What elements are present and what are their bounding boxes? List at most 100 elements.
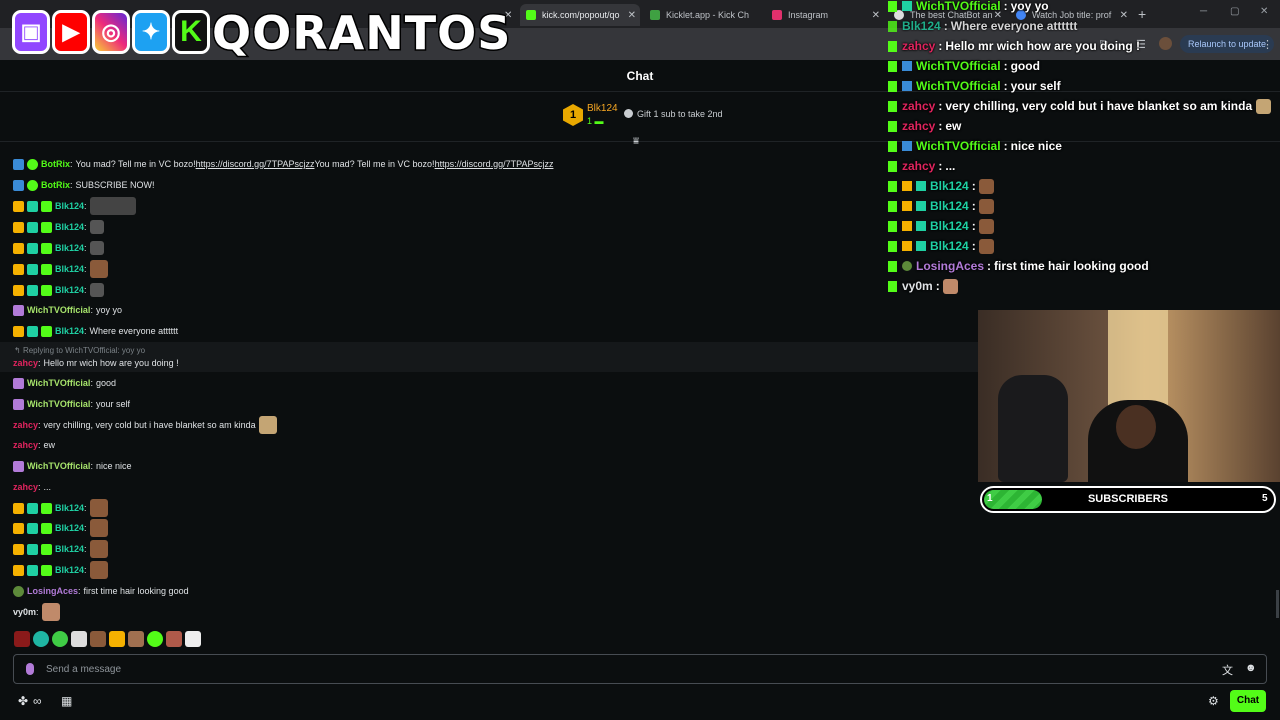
username[interactable]: WichTVOfficial — [27, 305, 90, 315]
subscriber-badge-icon — [916, 221, 926, 231]
crown-badge-icon — [13, 502, 24, 514]
subscriber-badge-icon — [916, 201, 926, 211]
verified-badge-icon — [27, 158, 38, 170]
message-link[interactable]: https://discord.gg/7TPAPscjzz — [196, 159, 315, 169]
crown-badge-icon — [13, 284, 24, 296]
points-icon[interactable]: ✤ — [18, 694, 28, 708]
overlay-message-text: nice nice — [1010, 139, 1062, 153]
username[interactable]: Blk124 — [55, 264, 84, 274]
relaunch-button[interactable]: Relaunch to update — [1180, 35, 1275, 53]
emote-button[interactable] — [109, 631, 125, 647]
emote-image[interactable] — [89, 197, 136, 215]
send-chat-button[interactable]: Chat — [1230, 690, 1266, 712]
username[interactable]: BotRix — [41, 180, 70, 190]
overlay-message-text: Hello mr wich how are you doing ! — [945, 39, 1141, 53]
close-icon[interactable]: ✕ — [1120, 10, 1128, 21]
emote-button[interactable] — [14, 631, 30, 647]
chat-message: Blk124: — [13, 560, 108, 580]
overlay-chat-line: zahcy:... — [888, 156, 955, 176]
username[interactable]: Blk124 — [55, 326, 84, 336]
username[interactable]: BotRix — [41, 159, 70, 169]
username[interactable]: LosingAces — [27, 586, 78, 596]
crown-badge-icon — [902, 201, 912, 211]
settings-icon[interactable]: ⚙ — [1208, 694, 1219, 708]
emote-button[interactable] — [52, 631, 68, 647]
message-input[interactable] — [46, 655, 1206, 683]
emote-image[interactable] — [89, 220, 104, 234]
expand-pinned-icon[interactable]: ⩸ — [633, 136, 639, 147]
emote-image[interactable] — [89, 519, 108, 537]
gifter-badge-icon — [41, 543, 52, 555]
gifter-badge-icon — [41, 242, 52, 254]
close-icon[interactable]: ✕ — [872, 10, 880, 21]
top-gifter-name[interactable]: Blk124 — [587, 103, 618, 114]
emote-image[interactable] — [89, 561, 108, 579]
emote-button[interactable] — [147, 631, 163, 647]
username[interactable]: vy0m — [13, 607, 36, 617]
kick-badge-icon — [888, 100, 897, 112]
microphone-icon[interactable] — [26, 663, 34, 675]
username[interactable]: zahcy — [13, 440, 38, 450]
kick-badge-icon — [888, 220, 897, 232]
emote-button[interactable] — [71, 631, 87, 647]
message-link[interactable]: https://discord.gg/7TPAPscjzz — [435, 159, 554, 169]
username[interactable]: WichTVOfficial — [27, 461, 90, 471]
overlay-username: LosingAces — [916, 259, 985, 273]
emote-image[interactable] — [89, 540, 108, 558]
emote-image[interactable] — [41, 603, 60, 621]
browser-tab-instagram[interactable]: Instagram ✕ — [766, 4, 884, 26]
overlay-username: vy0m — [902, 279, 933, 293]
gifter-badge-icon — [41, 522, 52, 534]
overlay-chat-line: Blk124: Where everyone atttttt — [888, 16, 1077, 36]
crown-badge-icon — [13, 200, 24, 212]
username[interactable]: Blk124 — [55, 285, 84, 295]
browser-tab-kicklet[interactable]: Kicklet.app - Kick Ch — [644, 4, 762, 26]
chat-scrollbar[interactable] — [1276, 590, 1279, 618]
message-text: You mad? Tell me in VC bozo! — [314, 159, 435, 169]
gift-cta[interactable]: Gift 1 sub to take 2nd — [624, 109, 723, 119]
profile-avatar[interactable] — [1159, 37, 1172, 50]
emote-button[interactable] — [166, 631, 182, 647]
emote-image[interactable] — [89, 283, 104, 297]
new-tab-icon[interactable]: + — [1138, 6, 1146, 22]
username[interactable]: Blk124 — [55, 565, 84, 575]
emote-image[interactable] — [89, 499, 108, 517]
emote-button[interactable] — [90, 631, 106, 647]
message-input-container[interactable]: 文 ☻ — [13, 654, 1267, 684]
emote-button[interactable] — [33, 631, 49, 647]
username[interactable]: zahcy — [13, 420, 38, 430]
username[interactable]: Blk124 — [55, 503, 84, 513]
overlay-chat-line: WichTVOfficial: yoy yo — [888, 0, 1049, 16]
emote-image — [978, 178, 994, 194]
username[interactable]: zahcy — [13, 482, 38, 492]
emote-button[interactable] — [128, 631, 144, 647]
window-close-icon[interactable]: ✕ — [1260, 6, 1268, 17]
subscriber-badge-icon — [27, 522, 38, 534]
minimize-icon[interactable]: ─ — [1200, 6, 1207, 17]
store-icon[interactable]: ▦ — [61, 694, 72, 708]
username[interactable]: Blk124 — [55, 243, 84, 253]
username[interactable]: Blk124 — [55, 222, 84, 232]
username[interactable]: Blk124 — [55, 201, 84, 211]
infinity-icon[interactable]: ∞ — [33, 694, 42, 708]
maximize-icon[interactable]: ▢ — [1230, 6, 1239, 17]
emote-image[interactable] — [258, 416, 277, 434]
username[interactable]: WichTVOfficial — [27, 399, 90, 409]
emote-image[interactable] — [89, 260, 108, 278]
browser-tab-kick-popout[interactable]: kick.com/popout/qo ✕ — [520, 4, 640, 26]
close-icon[interactable]: ✕ — [628, 10, 636, 21]
emoji-icon[interactable]: ☻ — [1245, 662, 1257, 674]
username[interactable]: Blk124 — [55, 523, 84, 533]
browser-menu-icon[interactable]: ⋮ — [1262, 38, 1273, 51]
kick-badge-icon — [888, 260, 897, 272]
username[interactable]: WichTVOfficial — [27, 378, 90, 388]
message-text: SUBSCRIBE NOW! — [75, 180, 155, 190]
kick-badge-icon — [888, 240, 897, 252]
overlay-chat-line: zahcy: ew — [888, 116, 961, 136]
username[interactable]: zahcy — [13, 358, 38, 368]
username[interactable]: Blk124 — [55, 544, 84, 554]
translate-icon[interactable]: 文 — [1222, 662, 1233, 678]
emote-image[interactable] — [89, 241, 104, 255]
kick-logo-icon: K — [172, 10, 210, 54]
emote-button[interactable] — [185, 631, 201, 647]
